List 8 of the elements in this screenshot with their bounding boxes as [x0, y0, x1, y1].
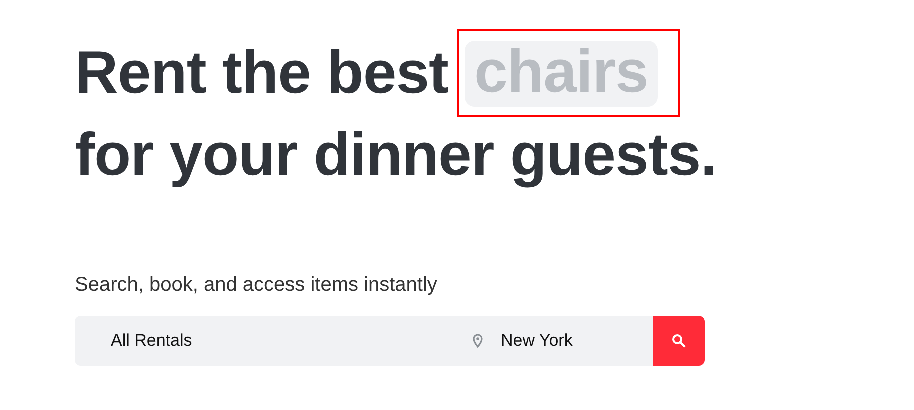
location-field[interactable]: New York [499, 330, 643, 352]
headline-text: Rent the best [75, 43, 449, 103]
search-button[interactable] [653, 316, 705, 366]
highlighted-word: chairs [464, 41, 658, 107]
category-field[interactable]: All Rentals [109, 330, 433, 352]
location-pin-icon [473, 334, 483, 348]
search-icon [672, 334, 686, 348]
subtitle: Search, book, and access items instantly [75, 274, 438, 297]
